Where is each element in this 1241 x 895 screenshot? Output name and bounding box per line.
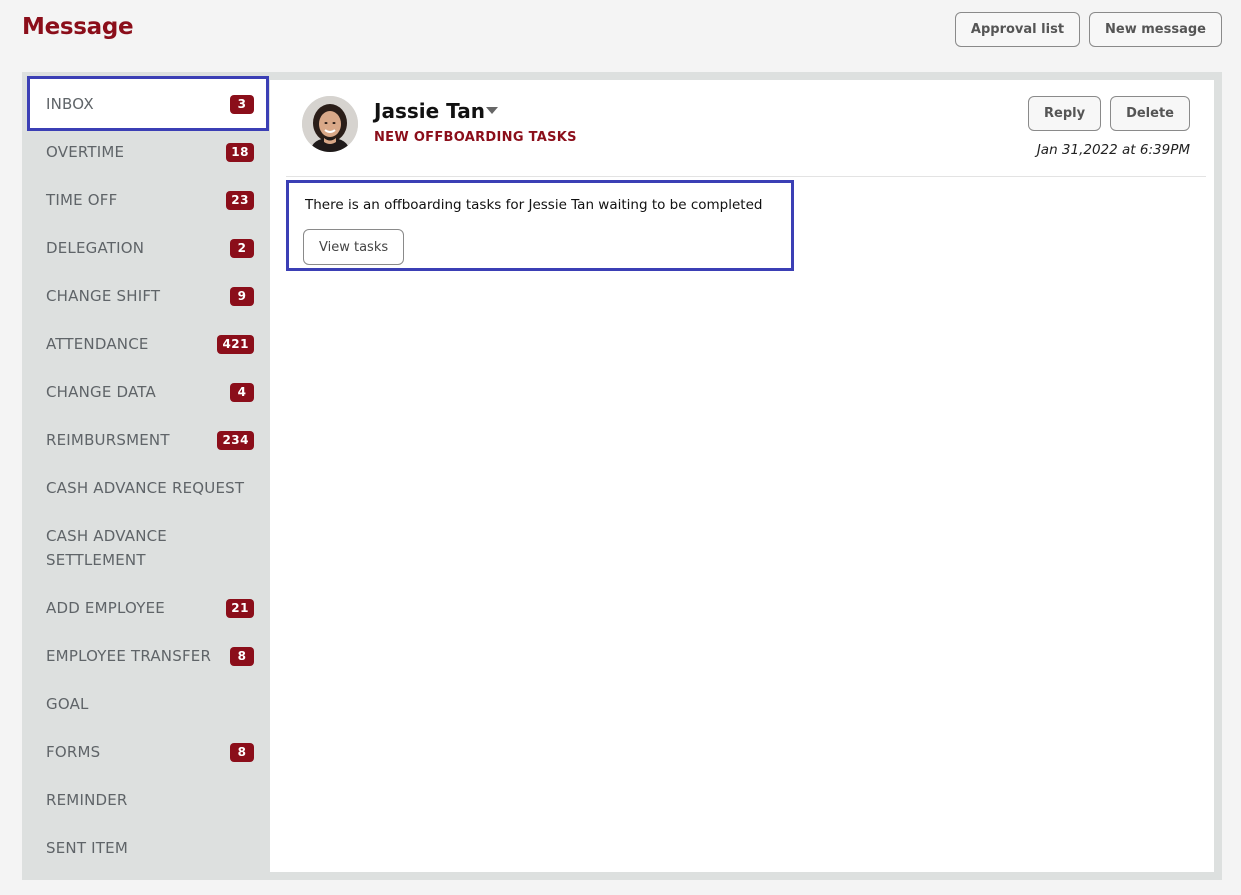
count-badge: 21	[226, 598, 254, 618]
count-badge: 8	[230, 742, 254, 762]
sidebar-item-reimbursment[interactable]: REIMBURSMENT 234	[46, 428, 254, 452]
count-badge: 234	[217, 430, 254, 450]
count-badge: 3	[230, 94, 254, 114]
avatar	[302, 96, 358, 152]
count-badge: 23	[226, 190, 254, 210]
count-badge: 18	[226, 142, 254, 162]
message-timestamp: Jan 31,2022 at 6:39PM	[1036, 142, 1190, 158]
top-actions: Approval list New message	[954, 12, 1222, 47]
sidebar-item-label: ADD EMPLOYEE	[46, 599, 165, 617]
avatar-portrait-icon	[302, 96, 358, 152]
sidebar-item-label: CASH ADVANCE REQUEST	[46, 479, 245, 497]
sidebar-item-label: TIME OFF	[46, 191, 118, 209]
count-badge: 4	[230, 382, 254, 402]
sidebar-item-sent-item[interactable]: SENT ITEM	[46, 836, 254, 860]
sidebar-item-label: OVERTIME	[46, 143, 125, 161]
page-title: Message	[22, 14, 134, 40]
sidebar-item-forms[interactable]: FORMS 8	[46, 740, 254, 764]
sidebar-item-change-shift[interactable]: CHANGE SHIFT 9	[46, 284, 254, 308]
sidebar-item-cash-advance-settlement[interactable]: CASH ADVANCE SETTLEMENT	[46, 524, 254, 572]
sidebar-item-attendance[interactable]: ATTENDANCE 421	[46, 332, 254, 356]
divider	[286, 176, 1206, 177]
count-badge: 9	[230, 286, 254, 306]
sidebar-item-label: DELEGATION	[46, 239, 145, 257]
sidebar-item-label: CHANGE DATA	[46, 383, 156, 401]
count-badge: 421	[217, 334, 254, 354]
sidebar-item-time-off[interactable]: TIME OFF 23	[46, 188, 254, 212]
count-badge: 2	[230, 238, 254, 258]
sidebar-item-delegation[interactable]: DELEGATION 2	[46, 236, 254, 260]
message-body: There is an offboarding tasks for Jessie…	[305, 197, 763, 213]
sidebar-item-label: REMINDER	[46, 791, 128, 809]
message-view: Jassie Tan NEW OFFBOARDING TASKS Reply D…	[270, 80, 1214, 872]
new-message-button[interactable]: New message	[1089, 12, 1222, 47]
sidebar-item-label: INBOX	[46, 95, 94, 113]
sidebar: INBOX 3 OVERTIME 18 TIME OFF 23 DELEGATI…	[22, 72, 270, 880]
sidebar-item-overtime[interactable]: OVERTIME 18	[46, 140, 254, 164]
sidebar-item-label: REIMBURSMENT	[46, 431, 170, 449]
message-actions: Reply Delete	[1028, 96, 1190, 131]
sender-name: Jassie Tan	[374, 99, 485, 123]
sidebar-item-reminder[interactable]: REMINDER	[46, 788, 254, 812]
message-panel: INBOX 3 OVERTIME 18 TIME OFF 23 DELEGATI…	[22, 72, 1222, 880]
message-subject: NEW OFFBOARDING TASKS	[374, 130, 577, 145]
sidebar-item-add-employee[interactable]: ADD EMPLOYEE 21	[46, 596, 254, 620]
sidebar-item-inbox[interactable]: INBOX 3	[46, 92, 254, 116]
sidebar-item-label: FORMS	[46, 743, 101, 761]
count-badge: 8	[230, 646, 254, 666]
sidebar-item-label: ATTENDANCE	[46, 335, 149, 353]
sidebar-item-employee-transfer[interactable]: EMPLOYEE TRANSFER 8	[46, 644, 254, 668]
sidebar-item-label: CHANGE SHIFT	[46, 287, 161, 305]
sidebar-item-label: CASH ADVANCE SETTLEMENT	[46, 527, 167, 569]
sidebar-item-cash-advance-request[interactable]: CASH ADVANCE REQUEST	[46, 476, 254, 500]
sidebar-item-goal[interactable]: GOAL	[46, 692, 254, 716]
message-body-highlight: There is an offboarding tasks for Jessie…	[286, 180, 794, 271]
delete-button[interactable]: Delete	[1110, 96, 1190, 131]
sidebar-item-label: EMPLOYEE TRANSFER	[46, 647, 212, 665]
view-tasks-button[interactable]: View tasks	[303, 229, 405, 265]
caret-down-icon[interactable]	[486, 107, 498, 114]
sidebar-item-change-data[interactable]: CHANGE DATA 4	[46, 380, 254, 404]
reply-button[interactable]: Reply	[1028, 96, 1102, 131]
approval-list-button[interactable]: Approval list	[954, 12, 1081, 47]
sidebar-item-label: SENT ITEM	[46, 839, 128, 857]
sidebar-item-label: GOAL	[46, 695, 89, 713]
